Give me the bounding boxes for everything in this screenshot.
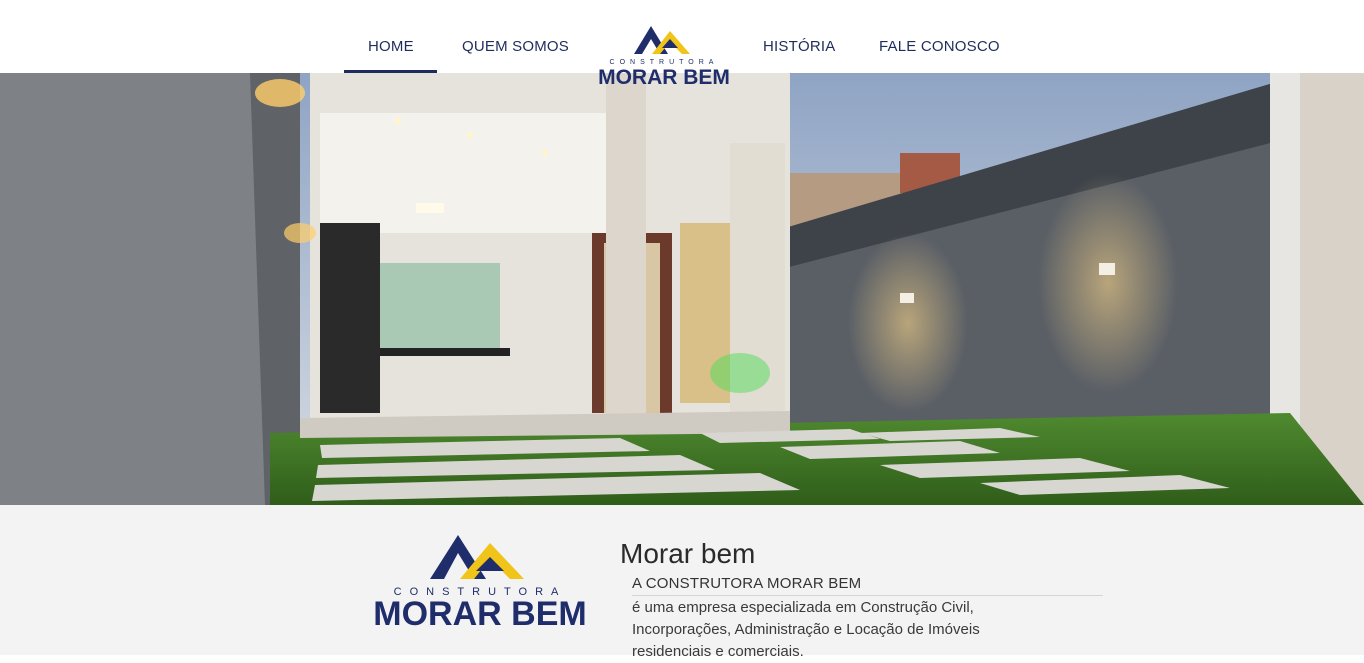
nav-quem-somos[interactable]: QUEM SOMOS (462, 38, 569, 55)
about-logo: CONSTRUTORA MORAR BEM (373, 535, 587, 631)
about-section: CONSTRUTORA MORAR BEM Morar bem A CONSTR… (0, 505, 1364, 660)
hero-house-photo (0, 73, 1364, 505)
logo-word-top: CONSTRUTORA (610, 59, 719, 66)
nav-home[interactable]: HOME (368, 38, 414, 55)
about-logo-word-main: MORAR BEM (373, 595, 586, 631)
nav-fale-conosco[interactable]: FALE CONOSCO (879, 38, 1000, 55)
hero-banner (0, 73, 1364, 505)
header-logo[interactable]: CONSTRUTORA MORAR BEM (588, 22, 740, 88)
logo-word-main: MORAR BEM (598, 66, 730, 88)
about-subtitle: A CONSTRUTORA MORAR BEM (632, 575, 862, 592)
nav-historia[interactable]: HISTÓRIA (763, 38, 835, 55)
about-body: é uma empresa especializada em Construçã… (632, 599, 980, 660)
about-title: Morar bem (620, 538, 756, 569)
about-divider (632, 595, 1103, 596)
